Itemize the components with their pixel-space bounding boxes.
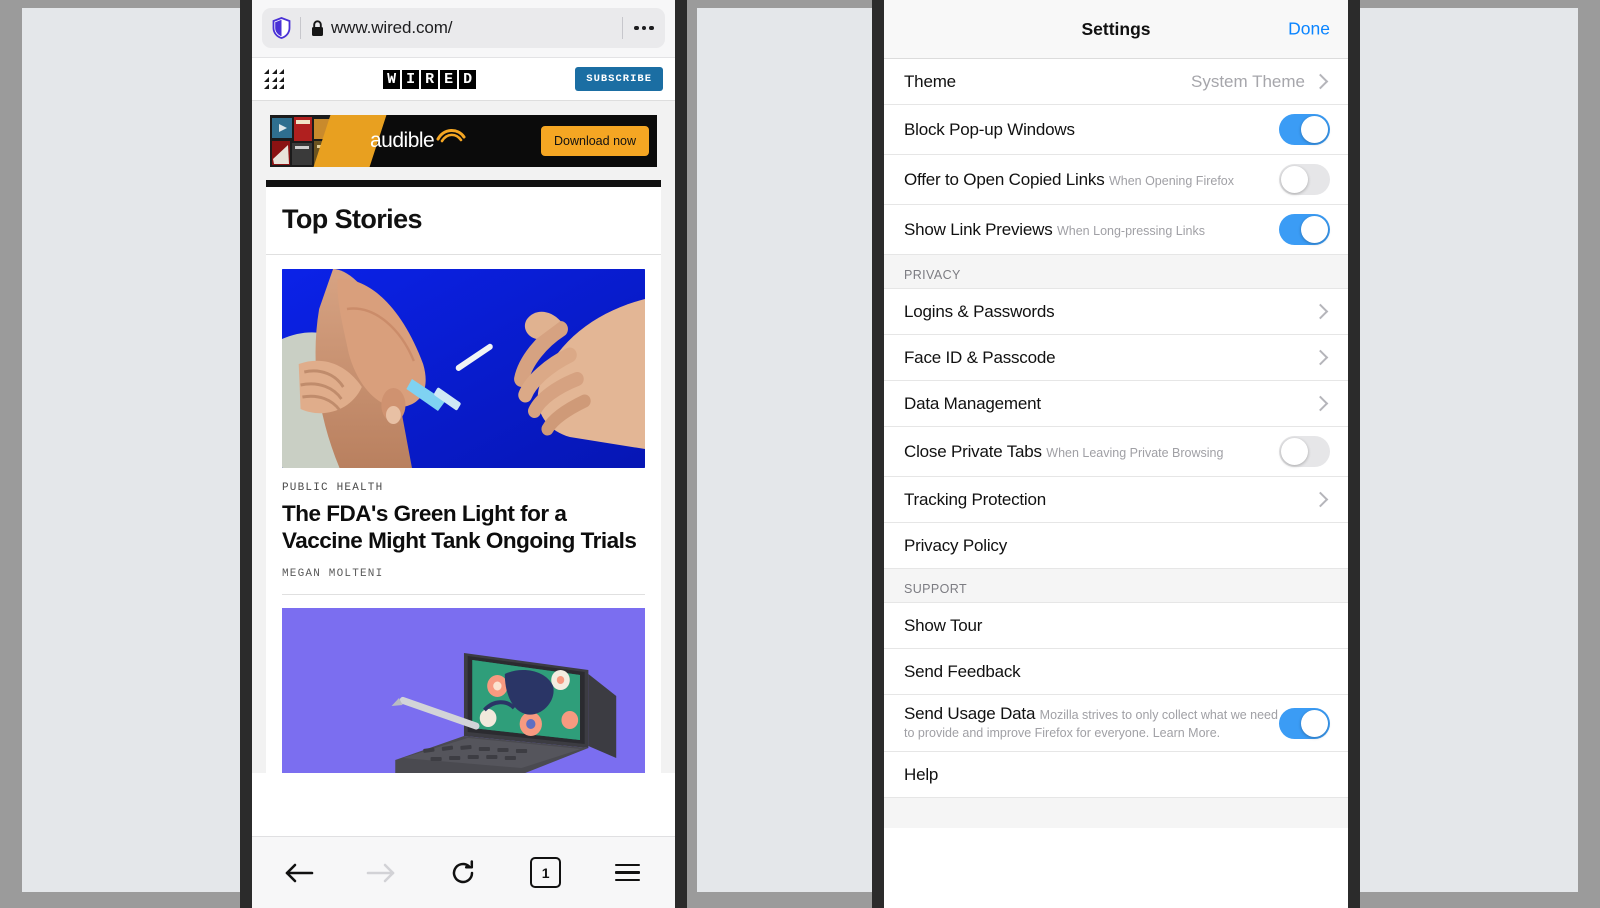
row-label: Privacy Policy <box>904 535 1008 555</box>
toggle-copied-links[interactable] <box>1279 164 1330 195</box>
page-content: audible Download now Top Stories PUBLIC … <box>252 101 675 773</box>
settings-row-help[interactable]: Help <box>884 752 1348 798</box>
done-button[interactable]: Done <box>1288 19 1330 40</box>
section-header-support: SUPPORT <box>884 569 1348 603</box>
toggle-send-usage-data[interactable] <box>1279 707 1330 739</box>
settings-row-block-popups[interactable]: Block Pop-up Windows <box>884 105 1348 155</box>
settings-row-send-usage-data[interactable]: Send Usage Data Mozilla strives to only … <box>884 695 1348 752</box>
audible-brand-text: audible <box>370 129 435 152</box>
row-label: Tracking Protection <box>904 489 1047 509</box>
top-stories-card: Top Stories PUBLIC HEALTH The FDA's Gree… <box>266 180 661 773</box>
logo-letter: R <box>421 69 439 89</box>
phone-bezel-right-browser <box>675 0 687 908</box>
settings-row-show-tour[interactable]: Show Tour <box>884 603 1348 649</box>
row-label: Send Feedback <box>904 661 1021 681</box>
row-label: Data Management <box>904 393 1041 413</box>
row-subtitle: When Leaving Private Browsing <box>1046 445 1224 460</box>
row-label: Close Private Tabs <box>904 441 1042 461</box>
article-byline: MEGAN MOLTENI <box>282 568 645 595</box>
tablet-with-keyboard-photo <box>282 608 645 773</box>
screenshot-canvas: www.wired.com/ W I R E D SUBSCRIBE audib… <box>0 0 1600 908</box>
row-label: Show Link Previews <box>904 219 1053 239</box>
wired-logo[interactable]: W I R E D <box>383 69 477 89</box>
row-subtitle: When Opening Firefox <box>1108 173 1235 188</box>
settings-row-data-management[interactable]: Data Management <box>884 381 1348 427</box>
ellipsis-icon[interactable] <box>627 11 661 45</box>
menu-icon[interactable] <box>606 851 650 895</box>
chevron-right-icon <box>1312 303 1329 320</box>
settings-row-copied-links[interactable]: Offer to Open Copied Links When Opening … <box>884 155 1348 205</box>
row-label: Logins & Passwords <box>904 301 1055 321</box>
article-item[interactable]: PUBLIC HEALTH The FDA's Green Light for … <box>266 255 661 595</box>
page-title: Top Stories <box>266 187 661 255</box>
ad-download-button[interactable]: Download now <box>541 126 649 156</box>
settings-row-link-previews[interactable]: Show Link Previews When Long-pressing Li… <box>884 205 1348 255</box>
tab-count-button[interactable]: 1 <box>524 851 568 895</box>
row-label: Face ID & Passcode <box>904 347 1056 367</box>
settings-screen: Settings Done Theme System Theme Block P… <box>884 0 1348 908</box>
url-divider <box>300 17 301 39</box>
settings-row-logins-passwords[interactable]: Logins & Passwords <box>884 289 1348 335</box>
logo-letter: I <box>402 69 420 89</box>
wired-site-header: W I R E D SUBSCRIBE <box>252 58 675 101</box>
toggle-close-private-tabs[interactable] <box>1279 436 1330 467</box>
page-backdrop-middle <box>697 8 883 892</box>
reload-icon[interactable] <box>441 851 485 895</box>
audible-ad-banner[interactable]: audible Download now <box>270 115 657 167</box>
toggle-link-previews[interactable] <box>1279 214 1330 245</box>
row-label: Show Tour <box>904 615 983 635</box>
logo-letter: D <box>459 69 477 89</box>
chevron-right-icon <box>1312 349 1329 366</box>
article-headline[interactable]: The FDA's Green Light for a Vaccine Migh… <box>282 500 645 554</box>
row-label: Theme <box>904 71 956 91</box>
subscribe-button[interactable]: SUBSCRIBE <box>575 67 663 91</box>
settings-header: Settings Done <box>884 0 1348 59</box>
url-text[interactable]: www.wired.com/ <box>331 18 618 38</box>
chevron-right-icon <box>1312 395 1329 412</box>
lock-icon <box>307 19 327 37</box>
forward-icon <box>359 851 403 895</box>
url-divider-right <box>622 17 623 39</box>
vaccine-injection-photo <box>282 269 645 468</box>
settings-list-footer <box>884 798 1348 828</box>
browser-bottom-toolbar: 1 <box>252 836 675 908</box>
settings-row-privacy-policy[interactable]: Privacy Policy <box>884 523 1348 569</box>
url-bar[interactable]: www.wired.com/ <box>262 8 665 48</box>
row-label: Block Pop-up Windows <box>904 119 1075 139</box>
browser-screen: www.wired.com/ W I R E D SUBSCRIBE audib… <box>252 0 675 908</box>
settings-row-close-private-tabs[interactable]: Close Private Tabs When Leaving Private … <box>884 427 1348 477</box>
row-label: Offer to Open Copied Links <box>904 169 1105 189</box>
logo-letter: E <box>440 69 458 89</box>
settings-title: Settings <box>1081 18 1151 39</box>
chevron-right-icon <box>1312 73 1329 90</box>
toggle-block-popups[interactable] <box>1279 114 1330 145</box>
settings-list: Theme System Theme Block Pop-up Windows … <box>884 59 1348 828</box>
phone-bezel-left-settings <box>872 0 884 908</box>
back-icon[interactable] <box>277 851 321 895</box>
settings-row-tracking-protection[interactable]: Tracking Protection <box>884 477 1348 523</box>
chevron-right-icon <box>1312 491 1329 508</box>
row-value: System Theme <box>1190 71 1305 91</box>
settings-row-send-feedback[interactable]: Send Feedback <box>884 649 1348 695</box>
article-kicker: PUBLIC HEALTH <box>282 482 384 494</box>
url-bar-container: www.wired.com/ <box>252 0 675 58</box>
shield-icon[interactable] <box>266 17 296 39</box>
settings-row-face-id-passcode[interactable]: Face ID & Passcode <box>884 335 1348 381</box>
section-header-privacy: PRIVACY <box>884 255 1348 289</box>
phone-bezel-left-browser <box>240 0 252 908</box>
row-label: Send Usage Data <box>904 704 1036 723</box>
tab-count-label: 1 <box>530 857 562 888</box>
article-item[interactable] <box>266 595 661 773</box>
phone-bezel-right-settings <box>1348 0 1360 908</box>
settings-row-theme[interactable]: Theme System Theme <box>884 59 1348 105</box>
row-subtitle: When Long-pressing Links <box>1056 223 1205 238</box>
section-rule <box>266 180 661 187</box>
ad-container: audible Download now <box>252 101 675 180</box>
grid-menu-icon[interactable] <box>264 69 284 89</box>
audible-wave-icon <box>436 125 466 148</box>
page-backdrop-right <box>1360 8 1578 892</box>
row-label: Help <box>904 764 939 784</box>
logo-letter: W <box>383 69 401 89</box>
